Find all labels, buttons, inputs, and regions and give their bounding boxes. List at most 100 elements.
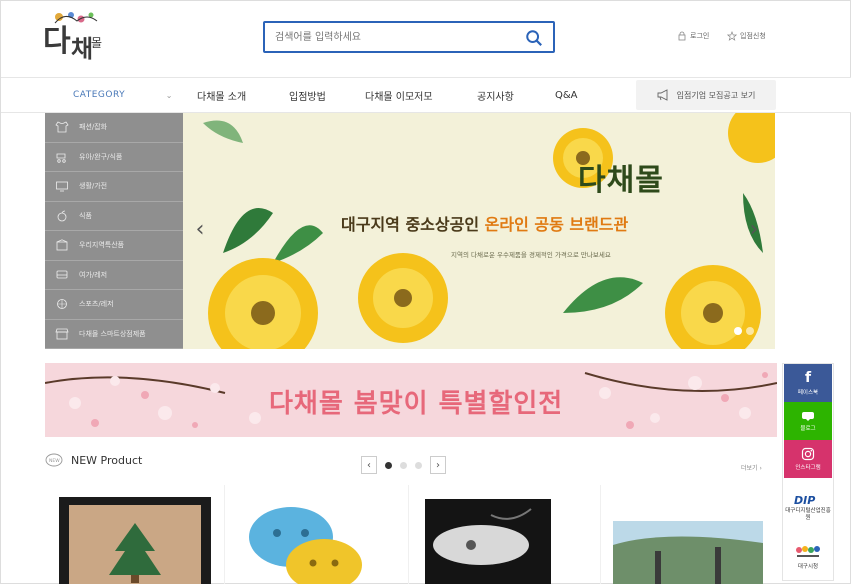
login-link[interactable]: 로그인 [677, 31, 709, 41]
search-box [263, 21, 555, 53]
nav-item-qna[interactable]: Q&A [555, 78, 578, 112]
pager-dot[interactable] [400, 461, 407, 469]
sidebar-item-leisure[interactable]: 여가/레저 [45, 261, 183, 290]
dip-label: 대구디지털산업진흥원 [785, 508, 831, 521]
product-card[interactable] [421, 485, 601, 584]
sidebar-item-label: 스포츠/레저 [79, 300, 114, 309]
hero-prev-arrow-icon[interactable]: ‹ [193, 217, 207, 243]
nav-item-notice[interactable]: 공지사항 [477, 78, 514, 112]
more-link[interactable]: 더보기 › [741, 463, 762, 472]
new-product-header: NEW NEW Product [45, 453, 142, 467]
product-card[interactable] [605, 485, 777, 584]
pager-next-button[interactable]: › [430, 456, 446, 474]
product-card[interactable] [45, 485, 225, 584]
car-icon [56, 270, 68, 279]
sidebar-item-label: 유아/완구/식품 [79, 152, 123, 161]
sidebar-item-label: 우리지역특산품 [79, 241, 125, 250]
sidebar-item-sports[interactable]: 스포츠/레저 [45, 290, 183, 320]
nav-item-label: 입점방법 [289, 91, 326, 103]
hero-pagination [734, 327, 754, 335]
sidebar-item-fashion[interactable]: 패션/잡화 [45, 113, 183, 143]
sidebar-item-smart-store[interactable]: 다채몰 스마트상점제품 [45, 320, 183, 349]
instagram-button[interactable]: 인스타그램 [784, 440, 832, 478]
recruit-button[interactable]: 입점기업 모집공고 보기 [636, 80, 776, 110]
dip-logo: DIP [794, 494, 815, 506]
svg-text:다: 다 [43, 24, 71, 59]
facebook-icon: f [804, 370, 812, 386]
lock-icon [678, 31, 686, 41]
instagram-icon [801, 447, 815, 461]
sidebar-item-living[interactable]: 생활/가전 [45, 172, 183, 202]
sidebar-item-local[interactable]: 우리지역특산품 [45, 231, 183, 261]
category-toggle[interactable]: CATEGORY ⌄ [45, 78, 183, 112]
category-sidebar: 패션/잡화 유아/완구/식품 생활/가전 식품 우리지역특산품 여가/레저 스포… [45, 113, 183, 349]
hero-title: 다채몰 [578, 163, 664, 198]
hero-dot-active[interactable] [734, 327, 742, 335]
ball-icon [57, 299, 67, 310]
more-label: 더보기 [741, 465, 758, 472]
page: 다 채 몰 로그인 입점신청 CATEGORY ⌄ 다채몰 소개 입점 [0, 0, 851, 584]
shirt-icon [55, 121, 69, 133]
nav-item-label: 다채몰 이모저모 [365, 91, 433, 103]
svg-text:NEW: NEW [49, 458, 60, 464]
sidebar-item-food[interactable]: 식품 [45, 202, 183, 231]
svg-text:채: 채 [71, 35, 93, 63]
join-label: 입점신청 [740, 32, 766, 40]
hero-dot[interactable] [746, 327, 754, 335]
star-icon [727, 31, 737, 41]
store-icon [55, 328, 69, 340]
nav-item-news[interactable]: 다채몰 이모저모 [365, 78, 433, 112]
sidebar-item-label: 식품 [79, 211, 92, 220]
nav-item-join-guide[interactable]: 입점방법 [289, 78, 326, 112]
svg-text:DIP: DIP [794, 494, 815, 506]
nav-item-label: Q&A [555, 89, 578, 101]
promo-title: 다채몰 봄맞이 특별할인전 [269, 389, 564, 419]
apple-icon [57, 210, 67, 222]
product-card[interactable] [229, 485, 409, 584]
svg-text:몰: 몰 [91, 36, 102, 50]
chevron-down-icon: ⌄ [165, 90, 173, 100]
blog-icon [802, 411, 814, 421]
megaphone-icon [657, 89, 668, 101]
category-label: CATEGORY [73, 90, 126, 100]
product-image [613, 521, 763, 584]
hero-next-arrow-icon[interactable]: › [747, 217, 761, 243]
dip-link[interactable]: DIP 대구디지털산업진흥원 [784, 482, 832, 532]
search-input[interactable] [265, 23, 515, 51]
login-label: 로그인 [690, 32, 710, 40]
nav-item-intro[interactable]: 다채몰 소개 [197, 78, 246, 112]
blog-button[interactable]: 블로그 [784, 402, 832, 440]
stroller-icon [56, 153, 66, 163]
hero-caption: 지역의 다채로운 우수제품을 경제적인 가격으로 만나보세요 [451, 251, 611, 259]
site-logo[interactable]: 다 채 몰 [41, 9, 113, 67]
join-link[interactable]: 입점신청 [727, 31, 766, 41]
product-image [59, 497, 211, 584]
sidebar-item-label: 다채몰 스마트상점제품 [79, 329, 146, 338]
tv-icon [56, 181, 68, 192]
pager-prev-button[interactable]: ‹ [361, 456, 377, 474]
promo-banner[interactable]: 다채몰 봄맞이 특별할인전 [45, 363, 777, 437]
hero-banner[interactable]: 다채몰 대구지역 중소상공인 온라인 공동 브랜드관 지역의 다채로운 우수제품… [183, 113, 775, 349]
product-image [425, 499, 551, 584]
hero-subtitle-highlight: 온라인 공동 브랜드관 [484, 215, 629, 234]
new-badge-icon: NEW [45, 453, 63, 467]
logo-image: 다 채 몰 [43, 12, 102, 63]
pager-dot-active[interactable] [385, 461, 392, 469]
instagram-label: 인스타그램 [795, 465, 821, 471]
product-list [45, 485, 777, 584]
quick-menu: f 페이스북 블로그 인스타그램 DIP 대구디지털산업진흥원 대구시청 [782, 363, 834, 581]
nav-item-label: 다채몰 소개 [197, 91, 247, 103]
sidebar-item-kids[interactable]: 유아/완구/식품 [45, 143, 183, 172]
facebook-button[interactable]: f 페이스북 [784, 364, 832, 402]
colorful-daegu-link[interactable]: 대구시청 [784, 534, 832, 580]
building-icon [56, 239, 68, 251]
search-icon[interactable] [525, 29, 543, 47]
new-product-title: NEW Product [71, 453, 143, 467]
hero-subtitle: 대구지역 중소상공인 온라인 공동 브랜드관 [341, 211, 628, 235]
pager-dot[interactable] [415, 461, 422, 469]
sidebar-item-label: 생활/가전 [79, 182, 108, 191]
facebook-label: 페이스북 [797, 390, 819, 396]
nav-item-label: 공지사항 [477, 91, 514, 103]
hero-subtitle-text: 대구지역 중소상공인 [341, 215, 485, 234]
colorful-label: 대구시청 [797, 564, 819, 570]
